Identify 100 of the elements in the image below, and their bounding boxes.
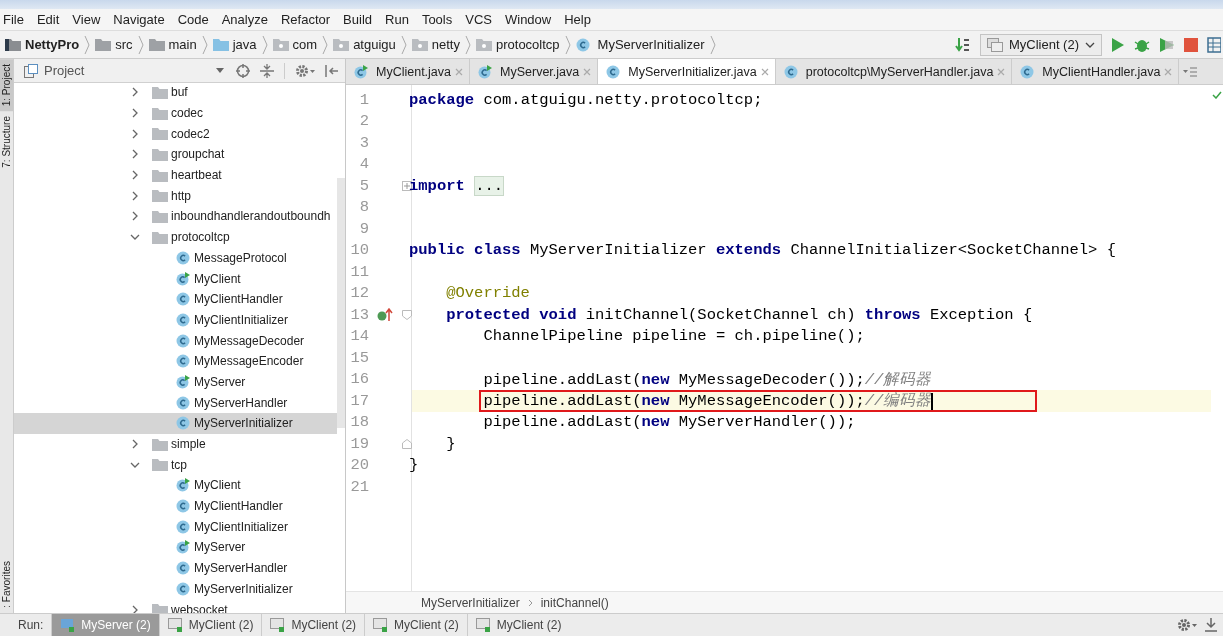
class-icon — [176, 395, 190, 410]
tree-item[interactable]: buf — [14, 83, 337, 103]
console-icon — [373, 618, 390, 632]
tree-item[interactable]: inboundhandlerandoutboundh — [14, 206, 337, 227]
expand-icon[interactable] — [402, 180, 412, 191]
tree-item[interactable]: MyServerHandler — [14, 392, 337, 413]
chevron-right-icon[interactable] — [130, 128, 140, 139]
hide-panel-icon[interactable] — [325, 63, 339, 78]
tree-item[interactable]: codec — [14, 102, 337, 124]
menu-item[interactable]: File — [0, 12, 31, 27]
breadcrumb-item[interactable]: atguigu — [330, 37, 399, 52]
tree-item[interactable]: MyServerInitializer — [14, 578, 337, 600]
target-icon[interactable] — [236, 63, 250, 78]
tree-item[interactable]: MyMessageDecoder — [14, 330, 337, 351]
tab-list-icon[interactable] — [1183, 66, 1198, 77]
tree-item[interactable]: MyServer — [14, 537, 337, 558]
tree-item[interactable]: MyServer — [14, 371, 337, 393]
breadcrumb-item[interactable]: MyServerInitializer — [421, 595, 520, 610]
tree-item[interactable]: websocket — [14, 599, 337, 613]
tree-item[interactable]: groupchat — [14, 144, 337, 165]
menu-item[interactable]: Refactor — [274, 12, 338, 27]
class-icon — [176, 499, 190, 514]
sort-icon[interactable] — [954, 36, 971, 53]
breadcrumb-item[interactable]: protocoltcp — [473, 37, 563, 52]
collapse-all-icon[interactable] — [260, 63, 274, 78]
tree-item[interactable]: tcp — [14, 454, 337, 476]
editor-tab[interactable]: MyServerInitializer.java — [598, 59, 776, 84]
tree-item[interactable]: protocoltcp — [14, 226, 337, 248]
menu-item[interactable]: Edit — [30, 12, 67, 27]
run-tab[interactable]: MyClient (2) — [466, 614, 570, 636]
runnable-class-icon — [176, 478, 190, 493]
menu-item[interactable]: View — [66, 12, 108, 27]
tree-item[interactable]: MyServerHandler — [14, 557, 337, 579]
menu-item[interactable]: Navigate — [107, 12, 172, 27]
breadcrumb-item[interactable]: initChannel() — [540, 595, 609, 610]
tree-item[interactable]: MessageProtocol — [14, 247, 337, 269]
chevron-right-icon — [84, 34, 91, 55]
breadcrumb-item[interactable]: java — [209, 37, 260, 52]
chevron-right-icon[interactable] — [130, 108, 140, 119]
run-tab[interactable]: MyClient (2) — [364, 614, 467, 636]
breadcrumb-item[interactable]: netty — [408, 37, 463, 52]
menu-item[interactable]: Run — [379, 12, 416, 27]
close-icon[interactable] — [760, 67, 769, 76]
chevron-right-icon[interactable] — [130, 87, 140, 98]
settings-icon[interactable] — [1177, 618, 1197, 632]
chevron-right-icon[interactable] — [130, 190, 140, 201]
folder-icon — [152, 458, 168, 472]
folder-icon — [152, 189, 168, 203]
breadcrumb-item[interactable]: NettyPro — [2, 37, 83, 52]
breadcrumb-item[interactable]: src — [92, 37, 136, 52]
menu-item[interactable]: Build — [337, 12, 379, 27]
run-tab[interactable]: MyClient (2) — [261, 614, 365, 636]
menu-item[interactable]: Analyze — [215, 12, 275, 27]
class-icon — [176, 581, 190, 596]
editor-tab[interactable]: MyClientHandler.java — [1012, 59, 1180, 84]
run-icon[interactable] — [1111, 36, 1125, 53]
run-configuration-dropdown[interactable]: MyClient (2) — [979, 33, 1102, 56]
tree-item[interactable]: MyClientHandler — [14, 495, 337, 517]
menu-item[interactable]: Window — [498, 12, 559, 27]
tool-window-tab[interactable]: 1: Project — [0, 59, 13, 112]
menu-item[interactable]: Help — [558, 12, 598, 27]
tool-window-tab[interactable]: : Favorites — [0, 556, 13, 613]
breadcrumb-item[interactable]: main — [145, 37, 200, 52]
tree-item[interactable]: MyClient — [14, 268, 337, 289]
tree-item[interactable]: MyClientInitializer — [14, 516, 337, 538]
tree-item[interactable]: MyMessageEncoder — [14, 350, 337, 372]
menu-item[interactable]: Code — [171, 12, 216, 27]
chevron-right-icon[interactable] — [130, 211, 140, 222]
download-icon[interactable] — [1205, 618, 1217, 632]
console-icon — [167, 618, 184, 632]
editor-tab[interactable]: protocoltcp\MyServerHandler.java — [775, 59, 1013, 84]
folder-icon — [152, 230, 168, 244]
project-structure-icon[interactable] — [1207, 36, 1221, 53]
menu-item[interactable]: VCS — [459, 12, 499, 27]
chevron-right-icon[interactable] — [130, 439, 140, 450]
line-number: 17 — [349, 391, 369, 410]
chevron-right-icon[interactable] — [130, 149, 140, 160]
tool-window-tab[interactable]: 7: Structure — [0, 111, 13, 173]
run-label: Run: — [17, 617, 45, 634]
editor-tab[interactable]: MyClient.java — [346, 59, 471, 84]
tree-item[interactable]: codec2 — [14, 123, 337, 145]
tree-item[interactable]: MyClient — [14, 475, 337, 496]
scrollbar[interactable] — [337, 178, 345, 428]
coverage-icon[interactable] — [1159, 36, 1175, 53]
breadcrumb-item[interactable]: MyServerInitializer — [572, 37, 708, 52]
tree-item[interactable]: simple — [14, 433, 337, 455]
tree-item[interactable]: MyClientHandler — [14, 288, 337, 310]
tree-item[interactable]: MyServerInitializer — [14, 413, 337, 434]
override-marker-icon[interactable] — [377, 307, 393, 322]
tree-item[interactable]: heartbeat — [14, 164, 337, 186]
settings-icon[interactable] — [295, 63, 315, 78]
tree-item[interactable]: http — [14, 185, 337, 207]
breadcrumb-item[interactable]: com — [269, 37, 321, 52]
tree-item[interactable]: MyClientInitializer — [14, 309, 337, 331]
code-line: package com.atguigu.netty.protocoltcp; — [409, 90, 763, 109]
run-tab[interactable]: MyClient (2) — [158, 614, 262, 636]
line-number: 18 — [349, 413, 369, 432]
stop-icon[interactable] — [1184, 37, 1198, 52]
chevron-right-icon[interactable] — [130, 170, 140, 181]
menu-item[interactable]: Tools — [415, 12, 460, 27]
